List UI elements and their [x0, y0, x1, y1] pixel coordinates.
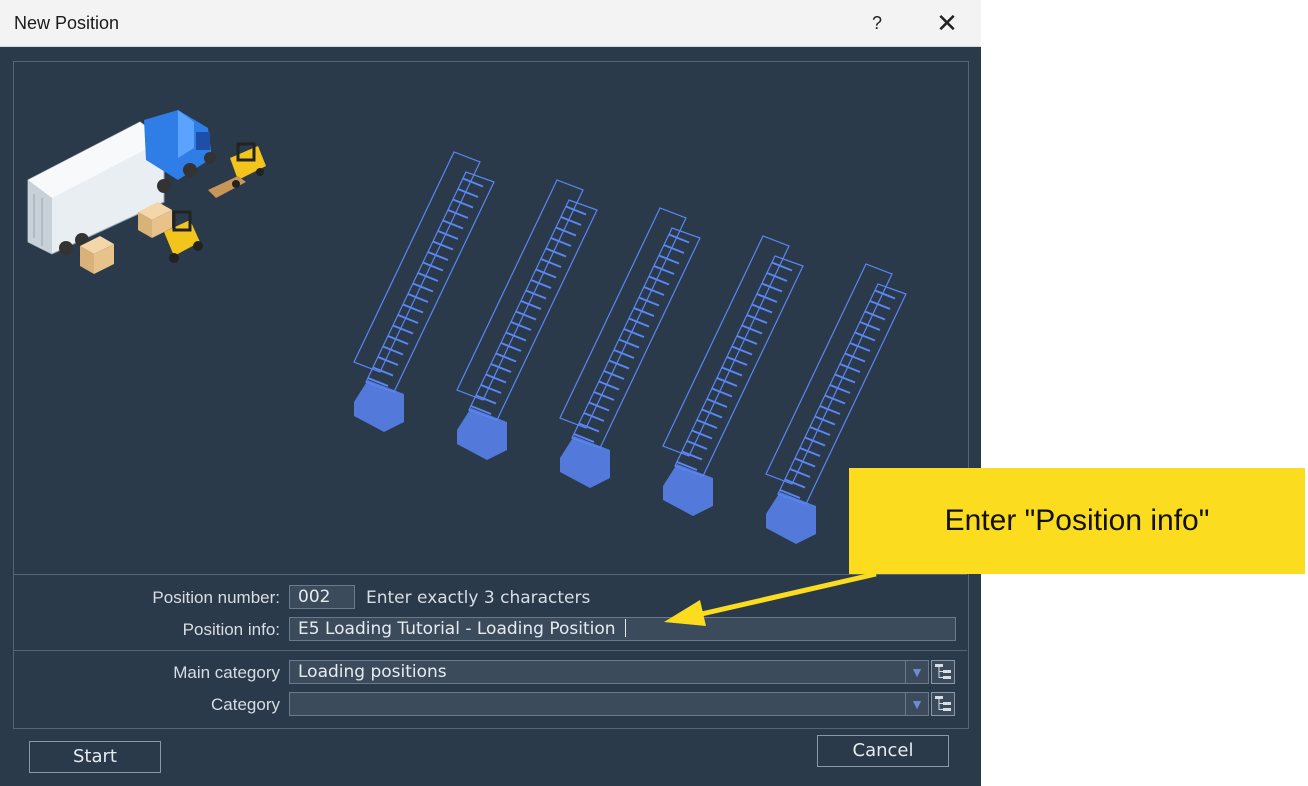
main-category-select[interactable]: Loading positions	[289, 660, 929, 684]
cancel-button[interactable]: Cancel	[817, 735, 949, 767]
close-button[interactable]: ✕	[932, 8, 962, 38]
trailer-wireframe	[456, 179, 598, 460]
divider	[14, 650, 967, 651]
annotation-callout: Enter "Position info"	[849, 468, 1305, 574]
illustration-area	[27, 110, 907, 544]
position-info-value: E5 Loading Tutorial - Loading Position	[298, 619, 621, 639]
trailer-wireframes	[353, 151, 907, 544]
text-caret	[624, 619, 626, 637]
position-number-hint: Enter exactly 3 characters	[366, 588, 591, 608]
position-number-label: Position number:	[152, 588, 280, 607]
callout-text: Enter "Position info"	[944, 504, 1210, 537]
tree-list-icon[interactable]	[931, 660, 955, 684]
down-arrow-icon[interactable]: ▼	[905, 692, 928, 716]
tree-list-icon	[935, 696, 951, 711]
category-select[interactable]	[289, 692, 929, 716]
position-number-input[interactable]: 002	[289, 585, 355, 609]
window-title: New Position	[14, 13, 120, 33]
divider	[14, 574, 967, 575]
category-label: Category	[211, 695, 280, 714]
help-button[interactable]: ?	[862, 8, 892, 38]
truck-forklift-illustration	[27, 110, 266, 274]
trailer-wireframe	[662, 235, 804, 516]
start-button[interactable]: Start	[29, 741, 161, 773]
down-arrow-icon[interactable]: ▼	[905, 660, 928, 684]
main-category-label: Main category	[173, 663, 280, 682]
new-position-dialog: New Position ? ✕ Position number: 002 En…	[0, 0, 981, 786]
tree-list-icon	[935, 664, 951, 679]
title-bar: New Position ? ✕	[0, 0, 981, 47]
trailer-wireframe	[559, 207, 701, 488]
main-category-value: Loading positions	[298, 662, 447, 682]
trailer-wireframe	[353, 151, 495, 432]
position-info-input[interactable]: E5 Loading Tutorial - Loading Position	[289, 617, 956, 641]
position-info-label: Position info:	[182, 620, 280, 639]
tree-list-icon[interactable]	[931, 692, 955, 716]
